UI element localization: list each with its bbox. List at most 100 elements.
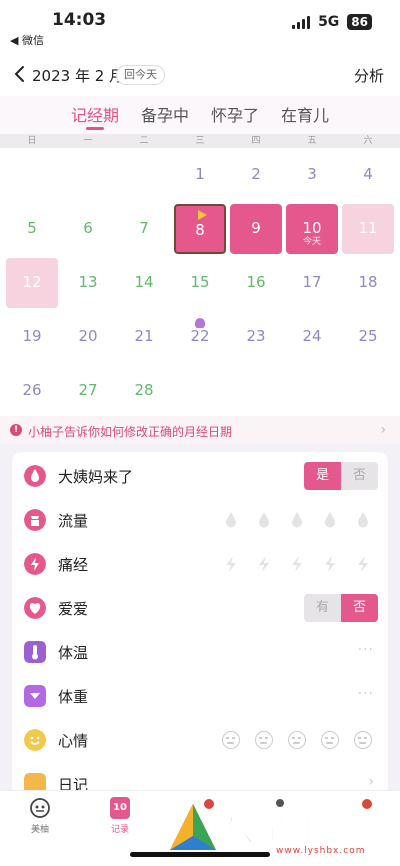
- day-number: 12: [22, 273, 42, 291]
- calendar-day-1[interactable]: 1: [174, 150, 226, 200]
- intimacy-no-option[interactable]: 否: [341, 594, 378, 622]
- day-number: 3: [307, 165, 317, 183]
- calendar-grid: 1 2 3 4 5 6 7 8 9 10 今天 11 12 13 14 15 16 17 18 19 20 21 22 23 2…: [0, 148, 400, 416]
- watermark-text: 八星手游网: [219, 809, 395, 851]
- calendar-day-23[interactable]: 23: [230, 312, 282, 362]
- calendar-day-8[interactable]: 8: [174, 204, 226, 254]
- calendar-day-12[interactable]: 12: [6, 258, 58, 308]
- day-number: 10: [302, 219, 322, 237]
- calendar-day-20[interactable]: 20: [62, 312, 114, 362]
- calendar-day-19[interactable]: 19: [6, 312, 58, 362]
- day-number: 1: [195, 165, 205, 183]
- flow-drop-icon[interactable]: [255, 511, 273, 529]
- status-time: 14:03: [52, 10, 107, 30]
- calendar-day-6[interactable]: 6: [62, 204, 114, 254]
- day-number: 20: [78, 327, 98, 345]
- status-bar: 14:03 ◀ 微信 5G 86: [0, 0, 400, 52]
- cramp-level-icon[interactable]: [354, 555, 372, 573]
- calendar-day-18[interactable]: 18: [342, 258, 394, 308]
- flow-drop-icon[interactable]: [222, 511, 240, 529]
- month-title[interactable]: 2023 年 2 月: [32, 65, 124, 86]
- record-row-cramps: 痛经: [12, 542, 388, 586]
- day-number: 24: [302, 327, 322, 345]
- network-type: 5G: [318, 14, 340, 30]
- tab-period[interactable]: 记经期: [71, 96, 119, 134]
- flow-drop-icon[interactable]: [321, 511, 339, 529]
- smiley-icon: [24, 729, 46, 751]
- calendar-day-7[interactable]: 7: [118, 204, 170, 254]
- record-row-intimacy: 爱爱 有 否: [12, 586, 388, 630]
- record-label: 体温: [58, 644, 89, 662]
- nav-bar: 2023 年 2 月 回今天 分析: [0, 52, 400, 96]
- weekday-label: 三: [195, 136, 205, 146]
- day-number: 22: [190, 327, 210, 345]
- period-yes-option[interactable]: 是: [304, 462, 341, 490]
- intimacy-yes-option[interactable]: 有: [304, 594, 341, 622]
- calendar-day-25[interactable]: 25: [342, 312, 394, 362]
- record-row-temperature[interactable]: 体温 ···: [12, 630, 388, 674]
- mood-face-icon[interactable]: [255, 731, 273, 749]
- back-to-today-button[interactable]: 回今天: [116, 65, 165, 85]
- calendar-day-10[interactable]: 10 今天: [286, 204, 338, 254]
- tip-text: 小柚子告诉你如何修改正确的月经日期: [28, 425, 233, 439]
- calendar-day-3[interactable]: 3: [286, 150, 338, 200]
- period-start-flag-icon: [198, 210, 207, 220]
- tip-banner[interactable]: ! 小柚子告诉你如何修改正确的月经日期 ›: [0, 416, 400, 444]
- back-chevron-icon[interactable]: [10, 64, 30, 84]
- cramp-level-icon[interactable]: [255, 555, 273, 573]
- calendar-day-26[interactable]: 26: [6, 366, 58, 416]
- day-number: 21: [134, 327, 154, 345]
- record-row-period: 大姨妈来了 是 否: [12, 454, 388, 498]
- mood-face-icon[interactable]: [288, 731, 306, 749]
- record-row-mood: 心情: [12, 718, 388, 762]
- calendar-day-9[interactable]: 9: [230, 204, 282, 254]
- tab-records[interactable]: 10 记录: [90, 797, 150, 835]
- calendar-day-2[interactable]: 2: [230, 150, 282, 200]
- flow-drop-icon[interactable]: [354, 511, 372, 529]
- chevron-right-icon: ›: [368, 774, 374, 790]
- cramp-level-icon[interactable]: [321, 555, 339, 573]
- tab-parenting[interactable]: 在育儿: [281, 96, 329, 134]
- ovulation-day-icon: [195, 318, 205, 328]
- calendar-day-22[interactable]: 22: [174, 312, 226, 362]
- calendar-day-21[interactable]: 21: [118, 312, 170, 362]
- calendar-day-27[interactable]: 27: [62, 366, 114, 416]
- day-number: 23: [246, 327, 266, 345]
- calendar-day-14[interactable]: 14: [118, 258, 170, 308]
- tab-meiyou[interactable]: 美柚: [10, 797, 70, 835]
- cramp-level-icon[interactable]: [288, 555, 306, 573]
- calendar-day-4[interactable]: 4: [342, 150, 394, 200]
- watermark-url: www.lyshbx.com: [276, 846, 366, 856]
- mood-face-icon[interactable]: [354, 731, 372, 749]
- period-no-option[interactable]: 否: [341, 462, 378, 490]
- record-card: 大姨妈来了 是 否 流量 痛经 爱爱 有 否 体温 ··· 体重 ··· 心情 …: [12, 452, 388, 797]
- flow-drop-icon[interactable]: [288, 511, 306, 529]
- weekday-label: 一: [83, 136, 93, 146]
- day-number: 25: [358, 327, 378, 345]
- calendar-day-28[interactable]: 28: [118, 366, 170, 416]
- record-label: 流量: [58, 512, 89, 530]
- record-row-weight[interactable]: 体重 ···: [12, 674, 388, 718]
- mood-face-icon[interactable]: [321, 731, 339, 749]
- alert-icon: !: [10, 424, 22, 436]
- flow-levels: [222, 511, 372, 529]
- home-indicator: [130, 852, 270, 857]
- calendar-day-15[interactable]: 15: [174, 258, 226, 308]
- heart-icon: [24, 597, 46, 619]
- analysis-button[interactable]: 分析: [354, 65, 384, 86]
- calendar-day-17[interactable]: 17: [286, 258, 338, 308]
- weekday-header: 日 一 二 三 四 五 六: [0, 134, 400, 148]
- weekday-label: 六: [363, 136, 373, 146]
- cramp-level-icon[interactable]: [222, 555, 240, 573]
- calendar-day-11[interactable]: 11: [342, 204, 394, 254]
- tab-pregnant[interactable]: 怀孕了: [211, 96, 259, 134]
- calendar-day-24[interactable]: 24: [286, 312, 338, 362]
- tab-trying-to-conceive[interactable]: 备孕中: [141, 96, 189, 134]
- calendar-day-5[interactable]: 5: [6, 204, 58, 254]
- calendar-day-16[interactable]: 16: [230, 258, 282, 308]
- calendar-day-13[interactable]: 13: [62, 258, 114, 308]
- mood-face-icon[interactable]: [222, 731, 240, 749]
- status-indicators: 5G 86: [292, 14, 372, 30]
- today-label: 今天: [302, 237, 321, 247]
- back-to-wechat-link[interactable]: ◀ 微信: [10, 32, 44, 48]
